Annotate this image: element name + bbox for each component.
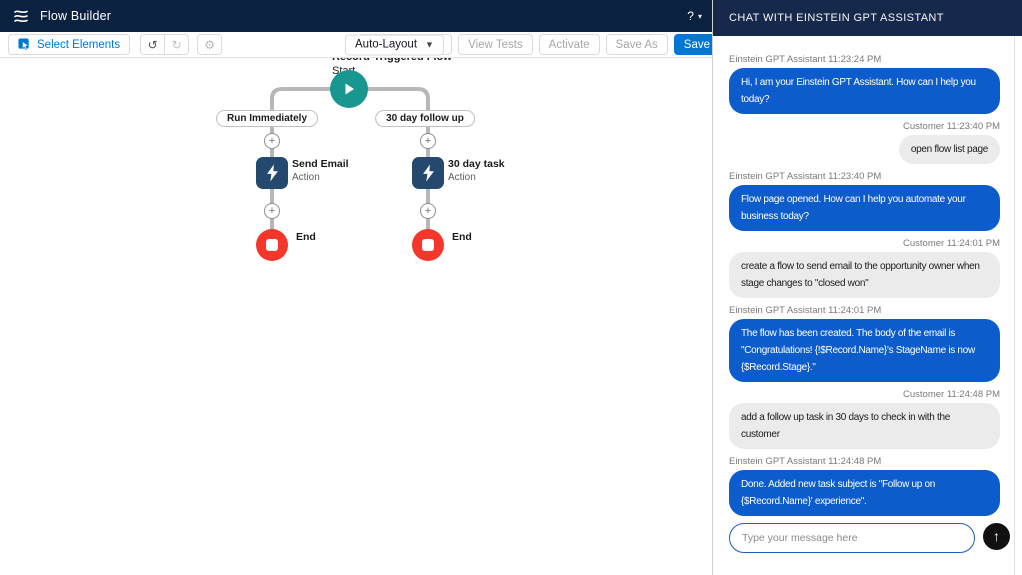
lightning-bolt-icon: [421, 164, 436, 182]
gear-icon: ⚙: [204, 38, 215, 52]
toolbar-button[interactable]: Save As: [606, 34, 668, 55]
stop-icon: [422, 239, 434, 251]
einstein-chat-panel: CHAT WITH EINSTEIN GPT ASSISTANT Einstei…: [712, 0, 1022, 575]
undo-redo-group: ↺ ↻: [140, 34, 189, 55]
toolbar-button[interactable]: Activate: [539, 34, 600, 55]
end-node[interactable]: [256, 229, 288, 261]
message-bubble: open flow list page: [899, 135, 1000, 164]
main-area: Flow Builder ? ▾ Select Elements ↺ ↻ ⚙ A…: [0, 0, 712, 575]
plus-icon: +: [425, 135, 431, 147]
flow-type-label: Record-Triggered Flow: [332, 58, 452, 64]
message-meta: Einstein GPT Assistant 11:24:01 PM: [729, 305, 881, 316]
add-element-button[interactable]: +: [420, 203, 436, 219]
chat-message: Einstein GPT Assistant 11:23:24 PM Hi, I…: [729, 54, 1000, 114]
chat-message: Einstein GPT Assistant 11:24:01 PM The f…: [729, 305, 1000, 382]
node-title: 30 day task: [448, 158, 505, 171]
auto-layout-dropdown[interactable]: Auto-Layout ▼: [345, 34, 444, 55]
toolbar: Select Elements ↺ ↻ ⚙ Auto-Layout ▼ Run …: [0, 32, 712, 58]
start-node[interactable]: [330, 70, 368, 108]
message-meta: Customer 11:24:48 PM: [903, 389, 1000, 400]
chat-message: Customer 11:24:48 PM add a follow up tas…: [729, 389, 1000, 449]
message-meta: Customer 11:23:40 PM: [903, 121, 1000, 132]
settings-button[interactable]: ⚙: [197, 34, 222, 55]
select-elements-button[interactable]: Select Elements: [8, 34, 130, 55]
lightning-bolt-icon: [265, 164, 280, 182]
help-icon[interactable]: ?: [687, 9, 694, 23]
app-header: Flow Builder ? ▾: [0, 0, 712, 32]
node-label: 30 day task Action: [448, 158, 505, 184]
add-element-button[interactable]: +: [420, 133, 436, 149]
action-node-send-email[interactable]: [256, 157, 288, 189]
plus-icon: +: [425, 205, 431, 217]
add-element-button[interactable]: +: [264, 133, 280, 149]
node-type: Action: [448, 171, 505, 184]
redo-icon: ↻: [172, 38, 182, 52]
select-cursor-icon: [18, 38, 31, 51]
message-meta: Einstein GPT Assistant 11:23:40 PM: [729, 171, 881, 182]
undo-button[interactable]: ↺: [140, 34, 165, 55]
chevron-down-icon: ▼: [425, 40, 434, 50]
chat-header: CHAT WITH EINSTEIN GPT ASSISTANT: [713, 0, 1022, 36]
chat-message: Customer 11:24:01 PM create a flow to se…: [729, 238, 1000, 298]
chat-title: CHAT WITH EINSTEIN GPT ASSISTANT: [729, 12, 944, 24]
message-meta: Einstein GPT Assistant 11:24:48 PM: [729, 456, 881, 467]
node-type: Action: [292, 171, 349, 184]
end-label: End: [452, 231, 472, 243]
chat-message: Customer 11:23:40 PM open flow list page: [729, 121, 1000, 164]
chat-messages[interactable]: Einstein GPT Assistant 11:23:24 PM Hi, I…: [713, 36, 1022, 517]
end-node[interactable]: [412, 229, 444, 261]
toolbar-button[interactable]: View Tests: [458, 34, 533, 55]
message-bubble: Hi, I am your Einstein GPT Assistant. Ho…: [729, 68, 1000, 114]
message-meta: Customer 11:24:01 PM: [903, 238, 1000, 249]
app-title: Flow Builder: [40, 9, 111, 23]
message-bubble: create a flow to send email to the oppor…: [729, 252, 1000, 298]
end-label: End: [296, 231, 316, 243]
plus-icon: +: [269, 135, 275, 147]
plus-icon: +: [269, 205, 275, 217]
chat-message: Einstein GPT Assistant 11:24:48 PM Done.…: [729, 456, 1000, 516]
select-elements-label: Select Elements: [37, 39, 120, 51]
auto-layout-label: Auto-Layout: [355, 39, 417, 51]
chat-message-input[interactable]: [729, 523, 975, 553]
chat-composer: ↑: [713, 517, 1022, 575]
message-bubble: Flow page opened. How can I help you aut…: [729, 185, 1000, 231]
node-label: Send Email Action: [292, 158, 349, 184]
flow-canvas[interactable]: Record-Triggered Flow Start Run Immediat…: [0, 58, 712, 575]
message-bubble: add a follow up task in 30 days to check…: [729, 403, 1000, 449]
node-title: Send Email: [292, 158, 349, 171]
send-button[interactable]: ↑: [983, 523, 1010, 550]
header-right: ? ▾: [687, 9, 702, 23]
flow-builder-icon: [12, 7, 30, 25]
play-icon: [341, 81, 357, 97]
undo-icon: ↺: [148, 38, 158, 52]
message-meta: Einstein GPT Assistant 11:23:24 PM: [729, 54, 881, 65]
redo-button[interactable]: ↻: [164, 34, 189, 55]
save-button[interactable]: Save: [674, 34, 712, 55]
flow-builder-app: Flow Builder ? ▾ Select Elements ↺ ↻ ⚙ A…: [0, 0, 1022, 575]
chat-message: Einstein GPT Assistant 11:23:40 PM Flow …: [729, 171, 1000, 231]
message-bubble: Done. Added new task subject is "Follow …: [729, 470, 1000, 516]
add-element-button[interactable]: +: [264, 203, 280, 219]
chevron-down-icon[interactable]: ▾: [698, 12, 702, 21]
action-node-30-day-task[interactable]: [412, 157, 444, 189]
branch-label-30-day-follow-up: 30 day follow up: [375, 110, 475, 127]
stop-icon: [266, 239, 278, 251]
branch-label-run-immediately: Run Immediately: [216, 110, 318, 127]
send-arrow-icon: ↑: [993, 528, 1000, 544]
message-bubble: The flow has been created. The body of t…: [729, 319, 1000, 382]
